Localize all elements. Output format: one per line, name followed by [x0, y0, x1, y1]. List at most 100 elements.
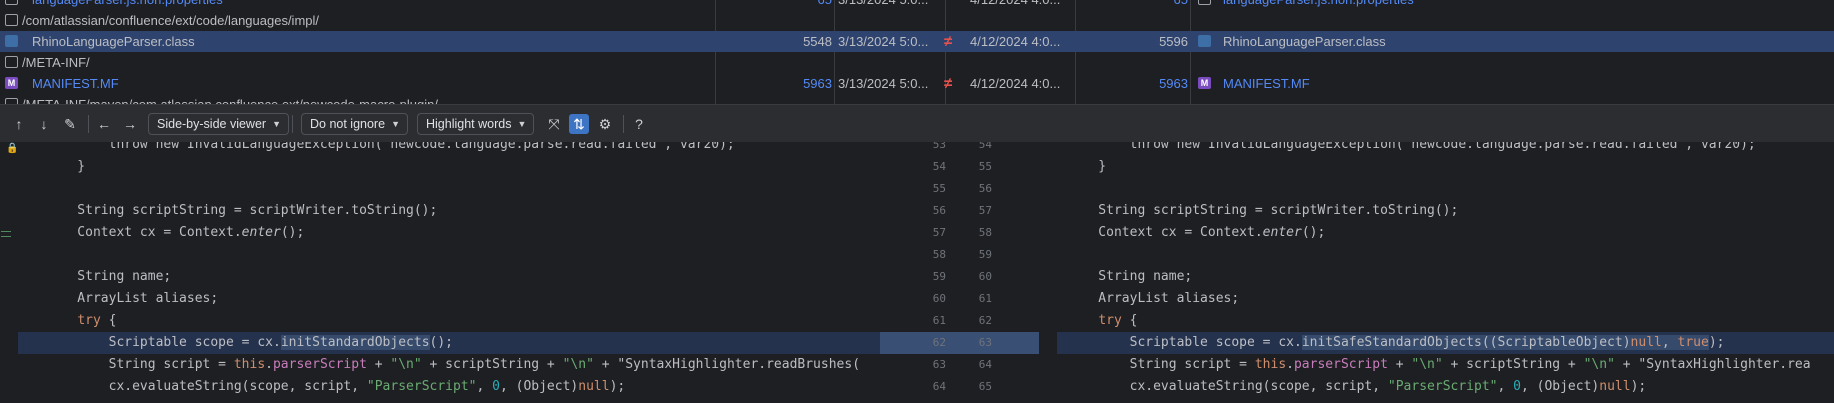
left-file-name: languageParser.js.non.properties: [32, 0, 223, 10]
code-line: }: [1067, 156, 1106, 178]
class-file-icon: [1198, 35, 1211, 47]
code-token: "ParserScript": [1387, 379, 1498, 394]
right-line-number: 58: [978, 226, 992, 239]
highlight-mode-label: Highlight words: [426, 117, 512, 131]
left-line-number: 59: [932, 270, 946, 283]
sync-scroll-icon[interactable]: ⇅: [569, 114, 589, 134]
right-file-size: 65: [1174, 0, 1188, 10]
right-code-pane[interactable]: throw new InvalidLanguageException("newc…: [1039, 142, 1834, 403]
code-token: ArrayList aliases;: [1067, 291, 1240, 306]
file-row[interactable]: languageParser.js.non.properties 65 3/13/2…: [0, 0, 1834, 10]
right-file-name: MANIFEST.MF: [1223, 76, 1310, 91]
back-arrow-icon[interactable]: ←: [94, 114, 114, 134]
file-row[interactable]: M MANIFEST.MF 5963 3/13/2024 5:0... ≠ 4/12/20…: [0, 73, 1834, 94]
left-line-number: 55: [932, 182, 946, 195]
next-difference-icon[interactable]: ↓: [34, 114, 54, 134]
right-line-number: 64: [978, 358, 992, 371]
viewer-mode-dropdown[interactable]: Side-by-side viewer ▼: [148, 113, 290, 135]
code-line: Scriptable scope = cx.initStandardObject…: [46, 332, 453, 354]
code-line: Scriptable scope = cx.initSafeStandardOb…: [1067, 332, 1724, 354]
ignore-whitespace-dropdown[interactable]: Do not ignore ▼: [301, 113, 409, 135]
code-token: );: [609, 379, 626, 394]
code-token: "\n": [1583, 357, 1615, 372]
edit-pencil-icon[interactable]: ✎: [60, 114, 80, 134]
toolbar-separator: [88, 115, 89, 133]
help-icon[interactable]: ?: [629, 114, 649, 134]
code-token: null: [1599, 379, 1631, 394]
code-token: Context cx = Context.: [1067, 225, 1263, 240]
left-line-number: 57: [932, 226, 946, 239]
code-line: throw new InvalidLanguageException("newc…: [1067, 142, 1756, 156]
manifest-file-icon: M: [5, 77, 18, 89]
folder-row[interactable]: /com/atlassian/confluence/ext/code/langu…: [0, 10, 1834, 31]
code-token: +: [1387, 357, 1412, 372]
code-token: cx.evaluateString(scope, script,: [1067, 379, 1388, 394]
code-line: String name;: [1067, 266, 1192, 288]
code-token: 0: [492, 379, 500, 394]
right-file-size: 5596: [1159, 34, 1188, 49]
left-file-date: 3/13/2024 5:0...: [838, 34, 929, 49]
right-line-number: 61: [978, 292, 992, 305]
left-line-number: 56: [932, 204, 946, 217]
file-row[interactable]: RhinoLanguageParser.class 5548 3/13/2024 5…: [0, 31, 1834, 52]
forward-arrow-icon[interactable]: →: [120, 114, 140, 134]
folder-path: /com/atlassian/confluence/ext/code/langu…: [22, 13, 320, 28]
left-line-number: 63: [932, 358, 946, 371]
code-token: "\n": [390, 357, 422, 372]
folder-row[interactable]: /META-INF/: [0, 52, 1834, 73]
line-number-gutter: 53 54 55 56 57 58 59 60 61 62 63 64 54 55 56 57 58 59 60 61…: [880, 142, 1039, 403]
code-token: ,: [476, 379, 493, 394]
code-token: );: [1708, 335, 1725, 350]
chevron-down-icon: ▼: [272, 119, 282, 129]
code-token: "\n": [1411, 357, 1443, 372]
code-token: this: [1254, 357, 1287, 372]
right-line-number: 63: [978, 336, 992, 349]
folder-row[interactable]: /META-INF/maven/com.atlassian.confluence…: [0, 94, 1834, 104]
folder-icon: [5, 14, 18, 26]
code-token: ();: [1301, 225, 1326, 240]
properties-file-icon: [5, 0, 18, 5]
code-token: }: [46, 159, 86, 174]
left-line-number: 54: [932, 160, 946, 173]
diff-toolbar: ↑ ↓ ✎ ← → Side-by-side viewer ▼ Do not i…: [0, 104, 1834, 143]
code-token: ();: [429, 335, 454, 350]
fold-marker: [1, 231, 11, 237]
code-token: +: [593, 357, 618, 372]
code-token: ,: [1661, 335, 1678, 350]
code-token: .: [1286, 357, 1294, 372]
left-line-number: 58: [932, 248, 946, 261]
toolbar-separator: [623, 115, 624, 133]
code-token: );: [1630, 379, 1647, 394]
code-token: null: [1630, 335, 1662, 350]
right-line-number: 54: [978, 142, 992, 151]
right-line-number: 65: [978, 380, 992, 393]
right-line-number: 55: [978, 160, 992, 173]
left-file-size: 5963: [803, 76, 832, 91]
collapse-unchanged-icon[interactable]: ⤧: [544, 114, 564, 134]
code-token: enter: [1262, 225, 1302, 240]
left-code-pane[interactable]: throw new InvalidLanguageException("newc…: [0, 142, 880, 403]
gear-icon[interactable]: ⚙: [595, 114, 615, 134]
left-file-date: 3/13/2024 5:0...: [838, 76, 929, 91]
code-token: null: [578, 379, 610, 394]
right-line-number: 59: [978, 248, 992, 261]
code-token: Scriptable scope = cx.: [1067, 335, 1302, 350]
code-line: Context cx = Context.enter();: [1067, 222, 1325, 244]
viewer-mode-label: Side-by-side viewer: [157, 117, 267, 131]
left-line-number: 61: [932, 314, 946, 327]
right-file-date: 4/12/2024 4:0...: [970, 0, 1060, 10]
code-token: try: [1098, 313, 1122, 328]
code-token: ();: [280, 225, 305, 240]
code-token: String scriptString = scriptWriter.toStr…: [1067, 203, 1459, 218]
code-line: try {: [1067, 310, 1137, 332]
right-file-date: 4/12/2024 4:0...: [970, 34, 1061, 49]
right-file-date: 4/12/2024 4:0...: [970, 76, 1061, 91]
previous-difference-icon[interactable]: ↑: [9, 114, 29, 134]
code-line: String script = this.parserScript + "\n"…: [46, 354, 860, 376]
code-token: parserScript: [1293, 357, 1388, 372]
right-line-number: 56: [978, 182, 992, 195]
code-token: .: [265, 357, 273, 372]
code-token: +: [1614, 357, 1639, 372]
code-line: String scriptString = scriptWriter.toStr…: [46, 200, 437, 222]
highlight-mode-dropdown[interactable]: Highlight words ▼: [417, 113, 535, 135]
